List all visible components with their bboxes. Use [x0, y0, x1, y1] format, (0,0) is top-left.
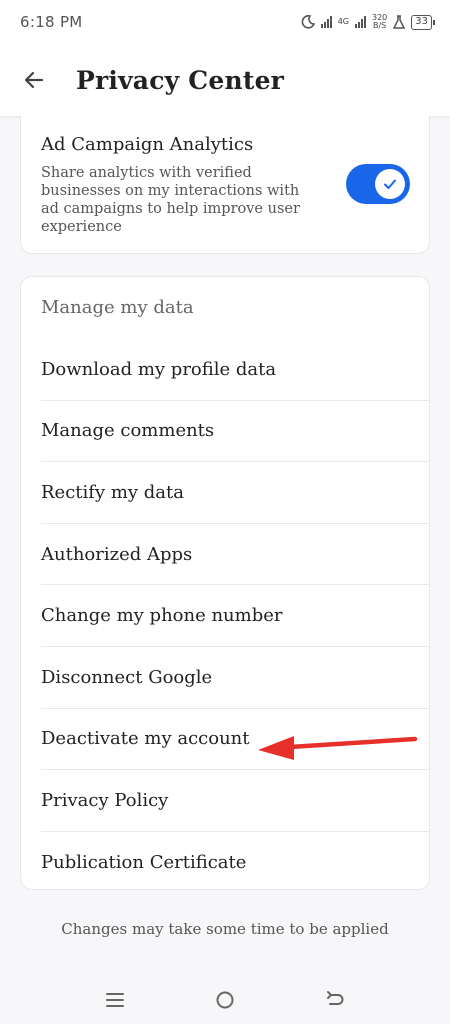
ad-campaign-title: Ad Campaign Analytics	[41, 134, 254, 155]
flask-icon	[393, 15, 406, 29]
moon-icon	[301, 15, 315, 29]
nav-back-button[interactable]	[315, 980, 355, 1020]
list-item-disconnect-google[interactable]: Disconnect Google	[41, 647, 429, 709]
manage-data-card: Manage my data Download my profile data …	[20, 276, 430, 890]
toggle-knob	[375, 169, 405, 199]
menu-icon	[106, 992, 124, 1007]
signal-icon	[320, 16, 332, 28]
ad-campaign-card: Ad Campaign Analytics Share analytics wi…	[20, 116, 430, 254]
manage-data-header: Manage my data	[41, 297, 194, 318]
battery-icon: 33	[411, 14, 435, 30]
red-arrow-annotation	[258, 736, 418, 760]
data-speed: 320 B/S	[372, 14, 387, 30]
nav-menu-button[interactable]	[95, 980, 135, 1020]
nav-bar	[0, 975, 450, 1024]
check-icon	[384, 179, 396, 189]
home-circle-icon	[216, 991, 234, 1008]
ad-campaign-description: Share analytics with verified businesses…	[41, 165, 300, 235]
app-bar: Privacy Center	[0, 44, 450, 116]
footer-note: Changes may take some time to be applied	[61, 920, 389, 938]
list-item-download-profile-data[interactable]: Download my profile data	[41, 339, 429, 401]
back-arrow-icon	[327, 990, 344, 1005]
ad-campaign-toggle[interactable]	[346, 164, 410, 204]
back-button[interactable]	[14, 60, 54, 100]
list-item-authorized-apps[interactable]: Authorized Apps	[41, 524, 429, 586]
nav-home-button[interactable]	[205, 980, 245, 1020]
list-item-change-phone-number[interactable]: Change my phone number	[41, 585, 429, 647]
status-icons: 4G 320 B/S 33	[301, 14, 435, 30]
page-title: Privacy Center	[76, 65, 285, 95]
status-bar: 6:18 PM 4G 320 B/S 33	[0, 0, 450, 44]
list-item-manage-comments[interactable]: Manage comments	[41, 401, 429, 463]
status-time: 6:18 PM	[20, 13, 83, 31]
list-item-publication-certificate[interactable]: Publication Certificate	[41, 832, 429, 894]
signal-icon-2	[354, 16, 366, 28]
list-item-privacy-policy[interactable]: Privacy Policy	[41, 770, 429, 832]
data-speed-unit: B/S	[372, 21, 387, 30]
arrow-left-icon	[24, 71, 44, 89]
manage-data-list: Download my profile data Manage comments…	[41, 339, 429, 893]
network-type: 4G	[337, 17, 349, 26]
list-item-rectify-data[interactable]: Rectify my data	[41, 462, 429, 524]
